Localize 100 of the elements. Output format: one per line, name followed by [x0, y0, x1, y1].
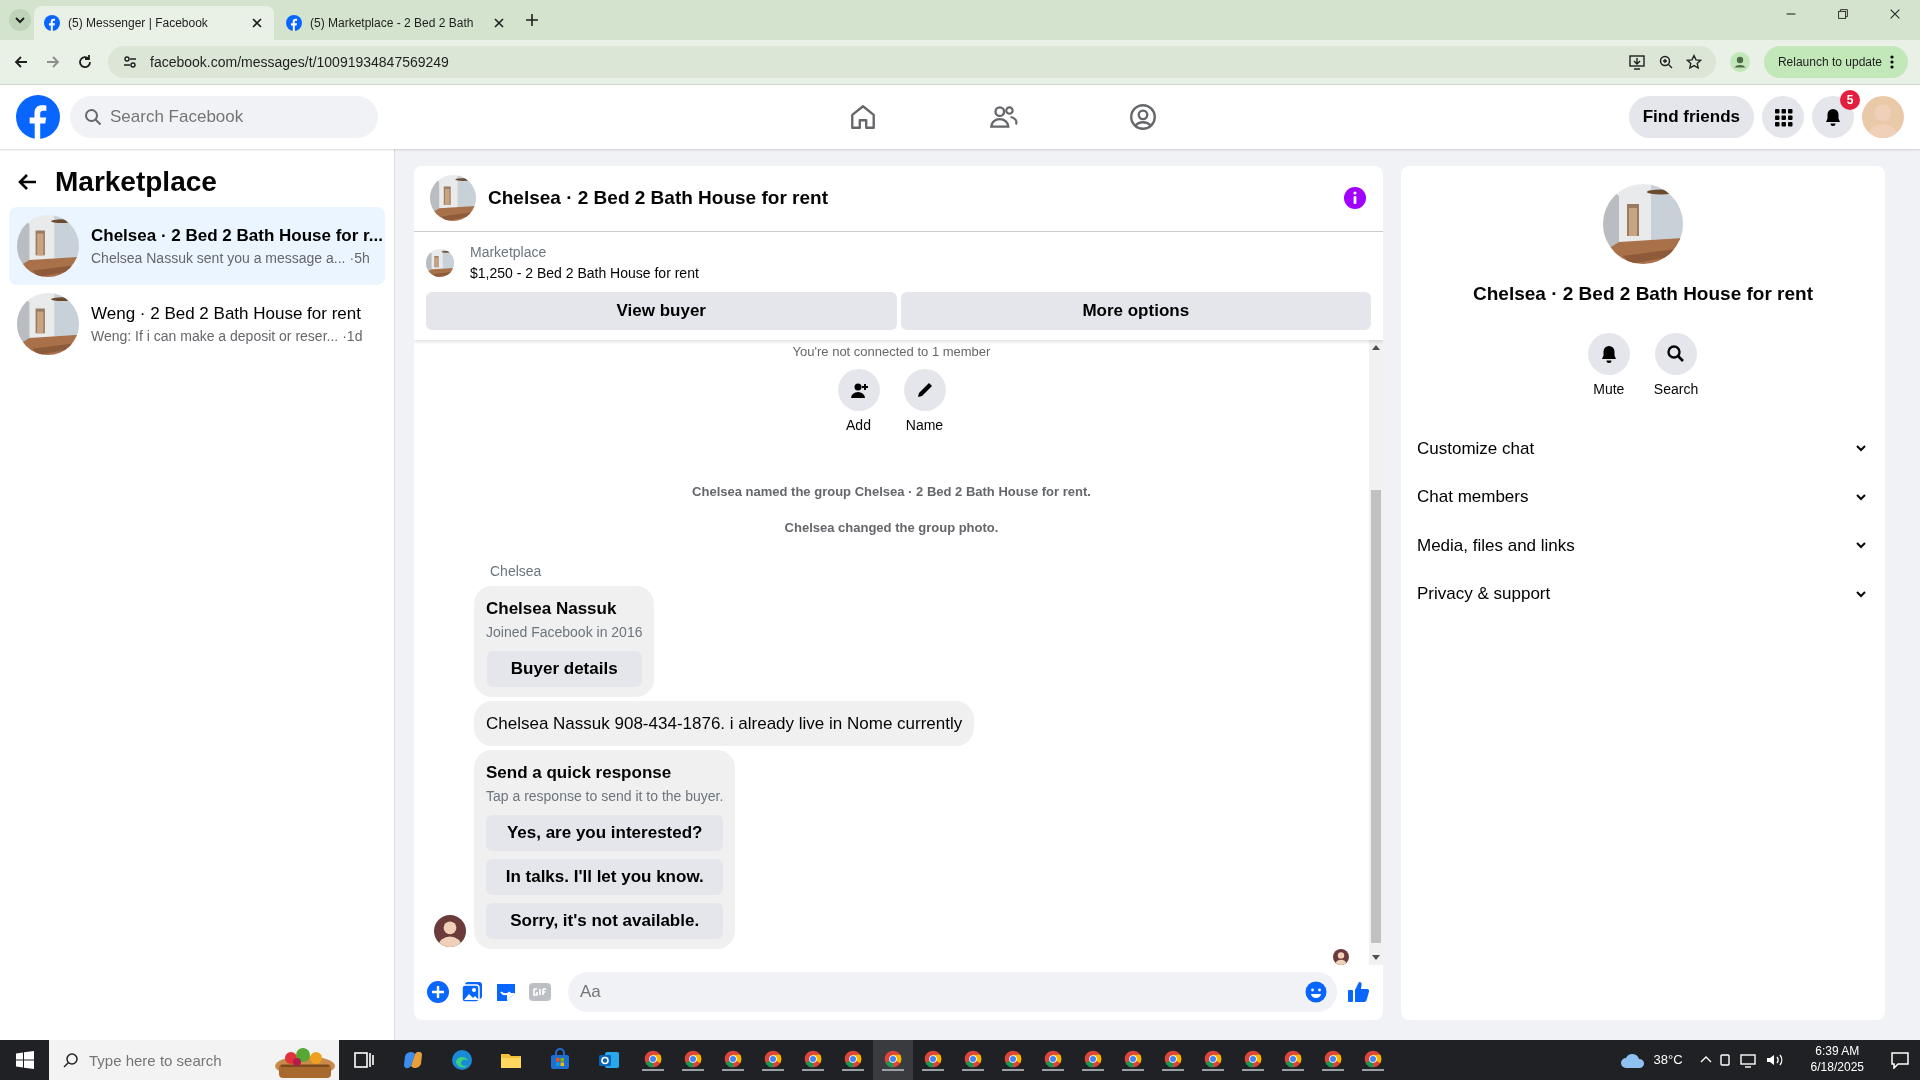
site-info-icon[interactable]	[122, 54, 138, 70]
search-button[interactable]	[1655, 332, 1697, 375]
taskbar-app-icon[interactable]	[873, 1040, 913, 1080]
quick-reply-button[interactable]: In talks. I'll let you know.	[486, 858, 724, 895]
install-icon[interactable]	[1627, 53, 1646, 71]
quick-response-hint: Tap a response to send it to the buyer.	[486, 786, 724, 806]
plus-icon[interactable]	[426, 980, 450, 1005]
browser-icon	[642, 1049, 664, 1071]
menu-icon	[1773, 107, 1793, 127]
more-icon	[1890, 55, 1894, 69]
action-label: Name	[905, 416, 944, 436]
browser-tab[interactable]: (5) Messenger | Facebook	[34, 6, 274, 40]
windows-icon	[15, 1051, 34, 1069]
browser-icon	[1002, 1049, 1024, 1071]
conversation-title: Weng · 2 Bed 2 Bath House for rent	[91, 302, 362, 325]
timestamp: ·1d	[342, 327, 363, 347]
page-title: Marketplace	[55, 165, 217, 199]
bell-icon	[1823, 107, 1843, 127]
event-note: Chelsea changed the group photo.	[783, 518, 1000, 537]
browser-icon	[882, 1049, 904, 1071]
action-label: Search	[1653, 379, 1699, 399]
message-preview: Chelsea Nassuk sent you a message a...	[91, 249, 346, 269]
section-toggle[interactable]: Chat members	[1417, 472, 1869, 521]
message-field[interactable]: Aa	[568, 972, 1337, 1013]
browser-icon	[1242, 1049, 1264, 1071]
scroll-down-icon	[1372, 954, 1380, 961]
conversation-item[interactable]: Chelsea · 2 Bed 2 Bath House for r... Chelsea Nassuk sent you a message a... ·5h	[9, 207, 385, 285]
facebook-icon	[44, 15, 60, 31]
browser-icon	[762, 1049, 784, 1071]
event-note: Chelsea named the group Chelsea · 2 Bed 2 Bath House for rent.	[691, 483, 1092, 502]
weather-widget[interactable]: 38°C	[1619, 1050, 1683, 1070]
chat-title: Chelsea · 2 Bed 2 Bath House for rent	[488, 186, 829, 211]
taskbar-search-field[interactable]: Type here to search	[49, 1040, 269, 1080]
browser-icon	[682, 1049, 704, 1071]
notification-badge: 5	[1840, 90, 1860, 110]
close-icon[interactable]	[250, 16, 264, 30]
quick-reply-button[interactable]: Sorry, it's not available.	[486, 902, 724, 939]
restore-icon[interactable]	[1836, 7, 1850, 21]
browser-icon	[842, 1049, 864, 1071]
sender-name: Chelsea	[490, 562, 542, 582]
buyer-details-button[interactable]: Buyer details	[486, 650, 642, 687]
mute-button[interactable]	[1587, 332, 1630, 375]
quick-reply-button[interactable]: Yes, are you interested?	[486, 814, 724, 851]
browser-icon	[1362, 1049, 1384, 1071]
browser-icon	[1122, 1049, 1144, 1071]
read-receipt-avatar	[1333, 948, 1349, 965]
find-friends-button[interactable]: Find friends	[1628, 96, 1754, 138]
section-toggle[interactable]: Customize chat	[1417, 423, 1869, 472]
facebook-logo[interactable]	[16, 95, 60, 139]
listing-title: $1,250 - 2 Bed 2 Bath House for rent	[470, 263, 699, 283]
conversation-item[interactable]: Weng · 2 Bed 2 Bath House for rent Weng: If i can make a deposit or reser... ·1d	[9, 285, 385, 363]
info-icon[interactable]	[1343, 186, 1367, 211]
message-preview: Weng: If i can make a deposit or reser...	[91, 327, 339, 347]
close-icon[interactable]	[1888, 7, 1902, 21]
action-button[interactable]: View buyer	[426, 291, 897, 330]
connection-note: You're not connected to 1 member	[791, 342, 992, 361]
conversation-title: Chelsea · 2 Bed 2 Bath House for r...	[91, 224, 383, 247]
timestamp: ·5h	[349, 249, 370, 269]
scroll-up-icon	[1372, 343, 1380, 350]
search-icon	[1666, 343, 1686, 364]
section-toggle[interactable]: Privacy & support	[1417, 569, 1869, 618]
message-bubble: Chelsea Nassuk 908-434-1876. i already live in Nome currently	[474, 700, 975, 747]
listing-source: Marketplace	[470, 242, 548, 262]
address-bar[interactable]: facebook.com/messages/t/10091934847569249	[108, 46, 1716, 78]
action-button[interactable]: More options	[900, 291, 1371, 330]
browser-icon	[1202, 1049, 1224, 1071]
search-field[interactable]: Search Facebook	[70, 96, 378, 138]
browser-icon	[722, 1049, 744, 1071]
buyer-name: Chelsea Nassuk	[486, 598, 618, 621]
avatar	[434, 914, 466, 947]
thumbs-up-icon[interactable]	[1347, 980, 1371, 1005]
browser-icon	[962, 1049, 984, 1071]
scrollbar[interactable]	[1369, 339, 1383, 965]
browser-icon	[1162, 1049, 1184, 1071]
browser-icon	[1282, 1049, 1304, 1071]
browser-tab[interactable]: (5) Marketplace - 2 Bed 2 Bath	[276, 6, 516, 40]
browser-icon	[1322, 1049, 1344, 1071]
photo-icon[interactable]	[460, 980, 484, 1005]
tab-list-icon[interactable]	[8, 8, 32, 32]
close-icon[interactable]	[492, 16, 506, 30]
relaunch-button[interactable]: Relaunch to update	[1763, 46, 1908, 78]
zoom-icon[interactable]	[1657, 54, 1674, 70]
facebook-icon	[286, 15, 302, 31]
browser-icon	[1082, 1049, 1104, 1071]
conversation-title: Chelsea · 2 Bed 2 Bath House for rent	[1473, 282, 1813, 306]
emoji-icon[interactable]	[1305, 981, 1327, 1004]
joined-text: Joined Facebook in 2016	[486, 622, 643, 642]
star-icon[interactable]	[1685, 54, 1702, 70]
browser-icon	[1042, 1049, 1064, 1071]
browser-icon	[922, 1049, 944, 1071]
reload-icon[interactable]	[76, 53, 94, 71]
new-tab-icon[interactable]	[524, 12, 540, 28]
quick-response-title: Send a quick response	[486, 762, 673, 785]
section-toggle[interactable]: Media, files and links	[1417, 520, 1869, 569]
action-label: Mute	[1593, 379, 1625, 399]
notifications-button[interactable]	[1812, 96, 1854, 138]
menu-button[interactable]	[1762, 96, 1804, 138]
profile-icon[interactable]	[1729, 52, 1750, 72]
clock[interactable]: 6:39 AM 6/18/2025	[1810, 1044, 1864, 1076]
profile-circle-icon[interactable]	[1128, 102, 1159, 132]
